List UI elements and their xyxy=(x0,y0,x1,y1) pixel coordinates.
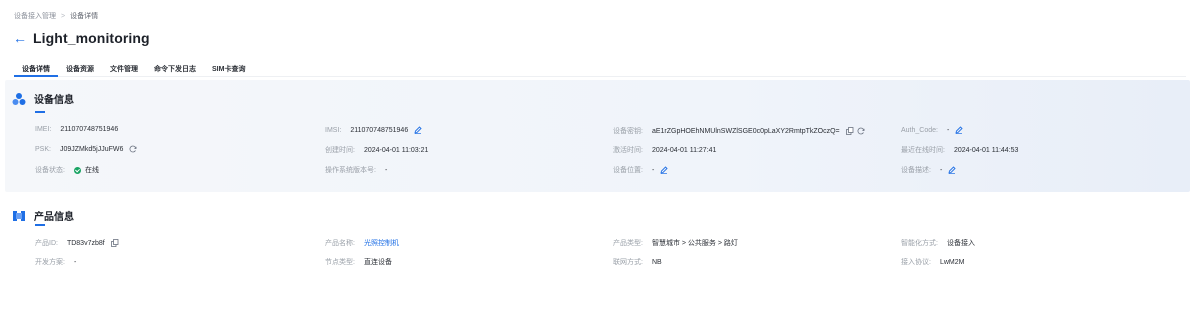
section-underline xyxy=(35,111,45,113)
field-label: 产品ID: xyxy=(35,240,58,247)
field-product-id: 产品ID: TD83v7zb8f xyxy=(35,238,119,248)
field-imsi: IMSI: 211070748751946 xyxy=(325,126,422,134)
field-label: 设备位置: xyxy=(613,167,643,174)
field-label: 开发方案: xyxy=(35,259,65,266)
field-device-key: 设备密钥: aE1rZGpHOEhNMUlnSWZlSGE0c0pLaXY2Rm… xyxy=(613,126,865,136)
field-network: 联网方式: NB xyxy=(613,257,662,267)
copy-icon[interactable] xyxy=(110,239,119,247)
refresh-icon[interactable] xyxy=(857,127,865,135)
field-label: 联网方式: xyxy=(613,259,643,266)
arrow-left-icon[interactable]: ← xyxy=(13,31,27,45)
field-label: 操作系统版本号: xyxy=(325,167,376,174)
field-label: Auth_Code: xyxy=(901,126,938,134)
field-label: 最近在线时间: xyxy=(901,147,945,154)
product-info-header: 产品信息 xyxy=(12,208,74,223)
copy-icon[interactable] xyxy=(845,127,854,135)
field-description: 设备描述: - xyxy=(901,165,956,175)
tab-command-log[interactable]: 命令下发日志 xyxy=(146,59,204,76)
location-value: - xyxy=(651,166,655,174)
os-version-value: - xyxy=(384,166,388,174)
field-auth-code: Auth_Code: - xyxy=(901,126,963,134)
product-type-value: 智慧城市 > 公共服务 > 路灯 xyxy=(651,240,738,247)
field-label: 设备状态: xyxy=(35,167,65,174)
section-underline xyxy=(35,224,45,226)
created-time-value: 2024-04-01 11:03:21 xyxy=(363,146,429,154)
breadcrumb-current: 设备详情 xyxy=(70,13,99,20)
auth-code-value: - xyxy=(946,126,950,134)
product-id-value: TD83v7zb8f xyxy=(66,239,105,247)
product-name-link[interactable]: 光照控制机 xyxy=(364,238,399,248)
edit-icon[interactable] xyxy=(660,166,668,174)
field-label: IMSI: xyxy=(325,126,342,134)
node-type-value: 直连设备 xyxy=(363,259,392,266)
field-label: 创建时间: xyxy=(325,147,355,154)
device-cluster-icon xyxy=(12,92,26,105)
tab-device-resources[interactable]: 设备资源 xyxy=(58,59,102,76)
field-psk: PSK: J09JZMkd5jJJuFW6 xyxy=(35,145,137,153)
edit-icon[interactable] xyxy=(414,126,422,134)
field-label: 设备描述: xyxy=(901,167,931,174)
tab-bar: 设备详情 设备资源 文件管理 命令下发日志 SIM卡查询 xyxy=(14,59,1186,77)
online-check-icon xyxy=(73,166,81,174)
tab-sim-query[interactable]: SIM卡查询 xyxy=(204,59,253,76)
field-product-type: 产品类型: 智慧城市 > 公共服务 > 路灯 xyxy=(613,238,738,248)
status-badge: 在线 xyxy=(84,167,99,174)
field-activated-time: 激活时间: 2024-04-01 11:27:41 xyxy=(613,145,716,155)
field-label: 产品名称: xyxy=(325,240,355,247)
field-location: 设备位置: - xyxy=(613,165,668,175)
page-header: ← Light_monitoring xyxy=(13,30,150,46)
device-info-section: 设备信息 IMEI: 211070748751946 IMSI: 2110707… xyxy=(5,80,1190,192)
field-label: PSK: xyxy=(35,145,51,153)
activated-time-value: 2024-04-01 11:27:41 xyxy=(651,146,717,154)
network-value: NB xyxy=(651,258,662,266)
field-node-type: 节点类型: 直连设备 xyxy=(325,257,392,267)
tab-file-management[interactable]: 文件管理 xyxy=(102,59,146,76)
field-label: 激活时间: xyxy=(613,147,643,154)
smart-mode-value: 设备接入 xyxy=(946,240,975,247)
psk-value: J09JZMkd5jJJuFW6 xyxy=(59,145,124,153)
field-dev-scheme: 开发方案: - xyxy=(35,257,76,267)
field-last-online-time: 最近在线时间: 2024-04-01 11:44:53 xyxy=(901,145,1018,155)
field-status: 设备状态: 在线 xyxy=(35,165,99,175)
description-value: - xyxy=(939,166,943,174)
protocol-value: LwM2M xyxy=(939,258,965,266)
tab-device-details[interactable]: 设备详情 xyxy=(14,59,58,77)
last-online-time-value: 2024-04-01 11:44:53 xyxy=(953,146,1019,154)
field-os-version: 操作系统版本号: - xyxy=(325,165,387,175)
product-info-title: 产品信息 xyxy=(34,212,74,223)
field-product-name: 产品名称: 光照控制机 xyxy=(325,238,399,248)
field-label: 智能化方式: xyxy=(901,240,938,247)
field-created-time: 创建时间: 2024-04-01 11:03:21 xyxy=(325,145,428,155)
refresh-icon[interactable] xyxy=(129,145,137,153)
breadcrumb: 设备接入管理 > 设备详情 xyxy=(14,11,98,21)
product-info-section: 产品信息 产品ID: TD83v7zb8f 产品名称: 光照控制机 产品类型: … xyxy=(5,197,1190,277)
field-label: IMEI: xyxy=(35,126,52,133)
field-label: 产品类型: xyxy=(613,240,643,247)
field-imei: IMEI: 211070748751946 xyxy=(35,126,118,133)
device-info-title: 设备信息 xyxy=(34,95,74,106)
field-label: 节点类型: xyxy=(325,259,355,266)
field-smart-mode: 智能化方式: 设备接入 xyxy=(901,238,975,248)
dev-scheme-value: - xyxy=(73,258,77,266)
field-label: 接入协议: xyxy=(901,259,931,266)
page-title: Light_monitoring xyxy=(33,30,150,46)
imsi-value: 211070748751946 xyxy=(350,126,409,134)
device-key-value: aE1rZGpHOEhNMUlnSWZlSGE0c0pLaXY2RmtpTkZO… xyxy=(651,127,840,135)
imei-value: 211070748751946 xyxy=(60,126,119,133)
product-box-icon xyxy=(13,210,25,221)
device-info-header: 设备信息 xyxy=(12,91,74,106)
field-label: 设备密钥: xyxy=(613,128,643,135)
field-protocol: 接入协议: LwM2M xyxy=(901,257,964,267)
breadcrumb-parent[interactable]: 设备接入管理 xyxy=(14,11,56,21)
edit-icon[interactable] xyxy=(955,126,963,134)
edit-icon[interactable] xyxy=(948,166,956,174)
breadcrumb-separator: > xyxy=(61,12,66,20)
